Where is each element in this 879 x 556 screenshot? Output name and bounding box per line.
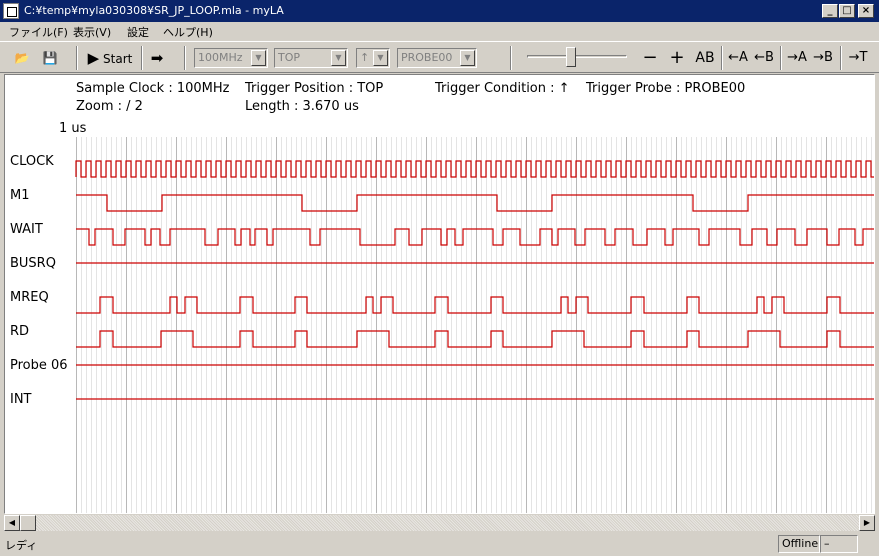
trigger-probe-select[interactable]: PROBE00 ▼ bbox=[397, 48, 477, 68]
zoom-out-button[interactable]: − bbox=[639, 46, 661, 70]
trace-m1 bbox=[76, 194, 874, 212]
cursor-a-left-button[interactable]: ←A bbox=[726, 46, 750, 70]
status-extra: – bbox=[820, 535, 858, 553]
chevron-down-icon: ▼ bbox=[373, 50, 388, 66]
signal-label-busrq: BUSRQ bbox=[10, 256, 56, 271]
signal-label-rd: RD bbox=[10, 324, 30, 339]
trigger-position-info: Trigger Position : TOP bbox=[245, 81, 384, 96]
trigger-condition-info: Trigger Condition : ↑ bbox=[435, 81, 570, 96]
maximize-button[interactable]: □ bbox=[839, 4, 855, 18]
ab-button[interactable]: AB bbox=[692, 46, 718, 70]
sample-clock-info: Sample Clock : 100MHz bbox=[76, 81, 230, 96]
status-mode: Offline bbox=[778, 535, 820, 553]
waveform-view[interactable]: Sample Clock : 100MHz Trigger Position :… bbox=[4, 74, 875, 514]
signal-label-int: INT bbox=[10, 392, 32, 407]
cursor-trigger-button[interactable]: →T bbox=[846, 46, 870, 70]
play-icon: ▶ bbox=[87, 49, 100, 67]
cursor-a-right-button[interactable]: →A bbox=[785, 46, 809, 70]
menu-settings[interactable]: 設定 bbox=[127, 24, 149, 40]
scroll-thumb[interactable] bbox=[20, 515, 36, 531]
toolbar-separator bbox=[780, 46, 782, 70]
waveform-plot bbox=[75, 137, 874, 513]
title-bar: C:¥temp¥myla030308¥SR_JP_LOOP.mla - myLA… bbox=[0, 0, 879, 22]
menu-file[interactable]: ファイル(F) bbox=[9, 24, 68, 40]
cursor-b-right-button[interactable]: →B bbox=[811, 46, 835, 70]
app-icon[interactable] bbox=[3, 3, 19, 19]
scroll-right-button[interactable]: ▶ bbox=[859, 515, 875, 531]
sample-clock-value: 100MHz bbox=[198, 51, 243, 64]
sample-clock-select[interactable]: 100MHz ▼ bbox=[194, 48, 268, 68]
zoom-slider-thumb[interactable] bbox=[566, 47, 576, 67]
close-button[interactable]: × bbox=[858, 4, 874, 18]
horizontal-scrollbar[interactable]: ◀ ▶ bbox=[4, 515, 875, 531]
status-bar: レディ Offline – bbox=[0, 533, 879, 556]
trigger-probe-info: Trigger Probe : PROBE00 bbox=[586, 81, 746, 96]
trigger-condition-value: ↑ bbox=[360, 51, 370, 64]
zoom-info: Zoom : / 2 bbox=[76, 99, 143, 114]
signal-label-clock: CLOCK bbox=[10, 154, 54, 169]
length-info: Length : 3.670 us bbox=[245, 99, 359, 114]
save-icon[interactable]: 💾 bbox=[38, 46, 62, 70]
next-arrow-icon[interactable]: ➡ bbox=[145, 46, 169, 70]
menu-view[interactable]: 表示(V) bbox=[73, 24, 111, 40]
trigger-position-value: TOP bbox=[278, 51, 301, 64]
status-text: レディ bbox=[5, 539, 38, 552]
signal-label-probe06: Probe 06 bbox=[10, 358, 68, 373]
toolbar-separator bbox=[76, 46, 78, 70]
cursor-b-left-button[interactable]: ←B bbox=[752, 46, 776, 70]
trace-wait bbox=[76, 228, 874, 246]
toolbar-separator bbox=[141, 46, 143, 70]
window-title: C:¥temp¥myla030308¥SR_JP_LOOP.mla - myLA bbox=[24, 4, 284, 17]
scroll-left-button[interactable]: ◀ bbox=[4, 515, 20, 531]
zoom-in-button[interactable]: + bbox=[666, 46, 688, 70]
time-scale-label: 1 us bbox=[59, 121, 87, 136]
toolbar-separator bbox=[510, 46, 512, 70]
chevron-down-icon: ▼ bbox=[331, 50, 346, 66]
signal-label-mreq: MREQ bbox=[10, 290, 49, 305]
trace-clock bbox=[75, 160, 874, 178]
scroll-track[interactable] bbox=[20, 515, 859, 531]
start-button[interactable]: ▶ Start bbox=[84, 46, 136, 70]
chevron-down-icon: ▼ bbox=[460, 50, 475, 66]
menu-help[interactable]: ヘルプ(H) bbox=[163, 24, 213, 40]
trigger-probe-value: PROBE00 bbox=[401, 51, 453, 64]
signal-label-wait: WAIT bbox=[10, 222, 43, 237]
trigger-position-select[interactable]: TOP ▼ bbox=[274, 48, 348, 68]
start-label: Start bbox=[103, 52, 133, 66]
minimize-button[interactable]: _ bbox=[822, 4, 838, 18]
zoom-slider[interactable] bbox=[527, 55, 627, 58]
trigger-condition-select[interactable]: ↑ ▼ bbox=[356, 48, 390, 68]
toolbar-separator bbox=[721, 46, 723, 70]
chevron-down-icon: ▼ bbox=[251, 50, 266, 66]
toolbar-separator bbox=[840, 46, 842, 70]
trace-rd bbox=[76, 330, 874, 348]
signal-label-m1: M1 bbox=[10, 188, 30, 203]
toolbar-separator bbox=[184, 46, 186, 70]
toolbar: 📂 💾 ▶ Start ➡ 100MHz ▼ TOP ▼ ↑ ▼ PROBE00… bbox=[0, 41, 879, 73]
open-folder-icon[interactable]: 📂 bbox=[10, 46, 34, 70]
menu-bar: ファイル(F) 表示(V) 設定 ヘルプ(H) bbox=[0, 22, 879, 41]
trace-mreq bbox=[76, 296, 874, 314]
